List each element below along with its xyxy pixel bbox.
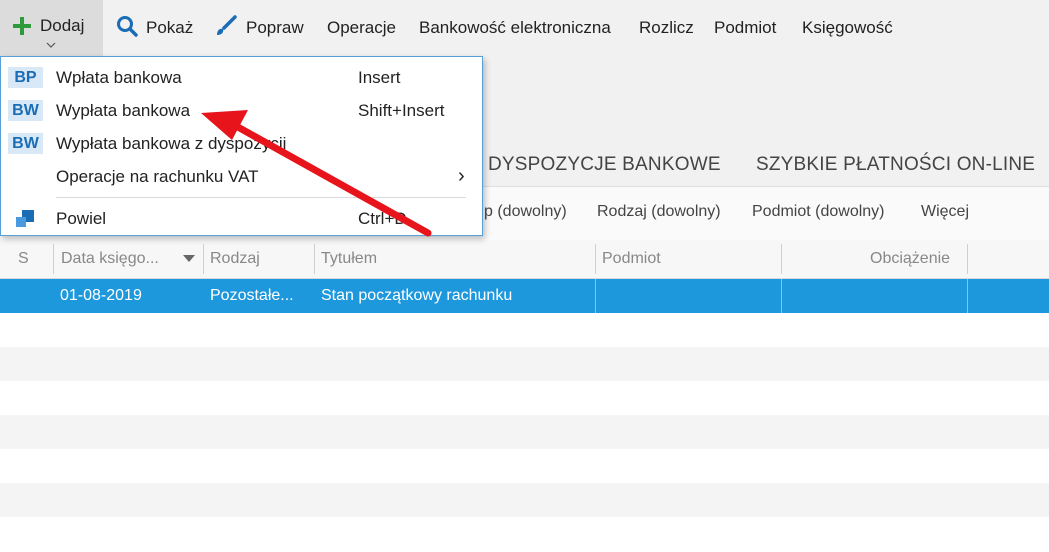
column-entity[interactable]: Podmiot [602, 240, 661, 278]
plus-icon [12, 16, 32, 41]
table-body: 01-08-2019 Pozostałe... Stan początkowy … [0, 279, 1049, 551]
cell-divider [967, 279, 968, 313]
add-dropdown-menu: BP Wpłata bankowa Insert BW Wypłata bank… [0, 56, 483, 236]
table-row-empty [0, 381, 1049, 415]
bp-badge-icon: BP [8, 67, 43, 88]
row-date: 01-08-2019 [60, 287, 142, 304]
menu-item-vat-account-ops[interactable]: Operacje na rachunku VAT › [1, 160, 482, 193]
add-button-label: Dodaj [40, 16, 85, 35]
column-divider [781, 244, 782, 274]
cell-divider [781, 279, 782, 313]
operations-menu[interactable]: Operacje [327, 0, 396, 56]
column-divider [967, 244, 968, 274]
table-row-empty [0, 449, 1049, 483]
chevron-right-icon: › [458, 165, 465, 187]
shortcut-label: Shift+Insert [358, 100, 445, 120]
column-divider [203, 244, 204, 274]
filter-group[interactable]: p (dowolny) [484, 203, 567, 221]
e-banking-menu[interactable]: Bankowość elektroniczna [419, 0, 611, 56]
tab-fast-payments[interactable]: SZYBKIE PŁATNOŚCI ON-LINE [756, 154, 1035, 176]
table-row-empty [0, 517, 1049, 551]
table-row-empty [0, 313, 1049, 347]
filter-more[interactable]: Więcej [921, 203, 969, 221]
table-row-selected[interactable]: 01-08-2019 Pozostałe... Stan początkowy … [0, 279, 1049, 313]
brush-icon [214, 14, 238, 43]
chevron-down-icon [46, 40, 56, 51]
column-divider [314, 244, 315, 274]
row-type: Pozostałe... [210, 287, 294, 304]
column-status[interactable]: S [18, 240, 29, 278]
filter-entity[interactable]: Podmiot (dowolny) [752, 203, 885, 221]
menu-item-duplicate[interactable]: Powiel Ctrl+D [1, 202, 482, 235]
column-divider [595, 244, 596, 274]
table-row-empty [0, 415, 1049, 449]
row-title: Stan początkowy rachunku [321, 287, 513, 304]
menu-item-bank-deposit[interactable]: BP Wpłata bankowa Insert [1, 61, 482, 94]
settle-menu[interactable]: Rozlicz [639, 0, 694, 56]
column-type[interactable]: Rodzaj [210, 240, 260, 278]
shortcut-label: Ctrl+D [358, 208, 407, 228]
edit-button[interactable]: Popraw [214, 0, 304, 56]
menu-divider [56, 197, 466, 198]
tab-bank-orders[interactable]: DYSPOZYCJE BANKOWE [488, 154, 721, 176]
bw-badge-icon: BW [8, 100, 43, 121]
column-title[interactable]: Tytułem [321, 240, 377, 278]
column-date[interactable]: Data księgo... [61, 240, 159, 278]
entity-menu[interactable]: Podmiot [714, 0, 776, 56]
sort-desc-icon[interactable] [183, 240, 195, 278]
table-row-empty [0, 347, 1049, 381]
filter-type[interactable]: Rodzaj (dowolny) [597, 203, 721, 221]
cell-divider [595, 279, 596, 313]
show-button[interactable]: Pokaż [116, 0, 193, 56]
table-row-empty [0, 483, 1049, 517]
shortcut-label: Insert [358, 67, 401, 87]
column-debit[interactable]: Obciążenie [870, 240, 950, 278]
bw-badge-icon: BW [8, 133, 43, 154]
menu-item-withdrawal-from-order[interactable]: BW Wypłata bankowa z dyspozycji [1, 127, 482, 160]
column-divider [53, 244, 54, 274]
table-header: S Data księgo... Rodzaj Tytułem Podmiot … [0, 240, 1049, 279]
accounting-menu[interactable]: Księgowość [802, 0, 893, 56]
search-icon [116, 15, 138, 42]
main-toolbar: Dodaj Pokaż Popraw Operacje Bankowość el… [0, 0, 1049, 56]
add-button[interactable]: Dodaj [0, 0, 103, 56]
menu-item-bank-withdrawal[interactable]: BW Wypłata bankowa Shift+Insert [1, 94, 482, 127]
duplicate-icon [15, 209, 35, 234]
